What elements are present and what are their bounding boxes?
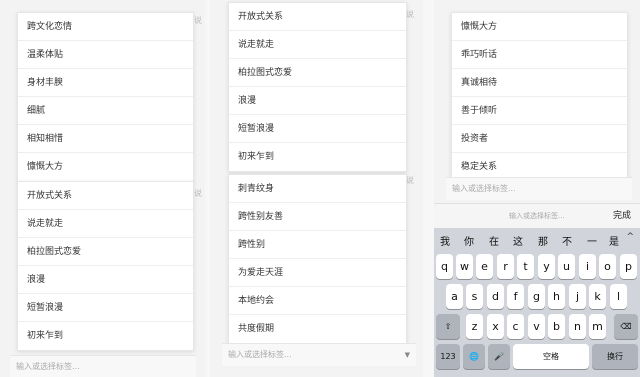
key-g[interactable]: g [528,284,545,309]
tag-option[interactable]: 细腻 [18,97,193,125]
tag-option[interactable]: 浪漫 [18,266,193,294]
delete-key[interactable]: ⌫ [614,314,638,339]
tag-option[interactable]: 柏拉图式恋爱 [229,59,406,87]
key-y[interactable]: y [538,254,555,279]
key-i[interactable]: i [579,254,596,279]
candidate-bar: 我 你 在 这 那 不 一 是 ^ [434,228,640,250]
left-screenshot-panel: 有说 有说 跨文化恋情 温柔体贴 身材丰腴 细腻 相知相惜 慷慨大方 开放式关系… [0,0,205,377]
candidate-word[interactable]: 不 [562,233,572,248]
dropdown-caret-icon[interactable]: ▼ [405,344,410,366]
key-e[interactable]: e [476,254,493,279]
microphone-icon[interactable]: 🎤 [488,344,510,369]
tag-option[interactable]: 身材丰腴 [18,69,193,97]
tag-option[interactable]: 说走就走 [18,210,193,238]
tag-input-placeholder: 输入或选择标签... [228,350,292,359]
tag-option[interactable]: 乖巧听话 [452,41,627,69]
key-o[interactable]: o [599,254,616,279]
tag-option[interactable]: 温柔体贴 [18,41,193,69]
key-j[interactable]: j [569,284,586,309]
keyboard-toolbar: 输入或选择标签... 完成 [434,203,640,229]
key-s[interactable]: s [466,284,483,309]
tag-option[interactable]: 初来乍到 [18,322,193,350]
tag-option[interactable]: 跨性别友善 [229,203,406,231]
done-button[interactable]: 完成 [613,204,631,229]
key-l[interactable]: l [610,284,627,309]
key-h[interactable]: h [548,284,565,309]
expand-candidates-icon[interactable]: ^ [626,232,634,242]
tag-option[interactable]: 慷慨大方 [452,13,627,41]
key-c[interactable]: c [507,314,524,339]
tag-option[interactable]: 相知相惜 [18,125,193,153]
tag-option[interactable]: 浪漫 [229,87,406,115]
toolbar-input-placeholder: 输入或选择标签... [509,212,565,220]
globe-icon[interactable]: 🌐 [463,344,485,369]
tag-input[interactable]: 输入或选择标签... ▼ [222,343,416,366]
tag-option[interactable]: 说走就走 [229,31,406,59]
tag-option[interactable]: 共度假期 [229,315,406,343]
tag-option[interactable]: 跨文化恋情 [18,13,193,41]
tag-option[interactable]: 真诚相待 [452,69,627,97]
return-key[interactable]: 换行 [592,344,638,369]
candidate-word[interactable]: 是 [609,233,619,248]
tag-option[interactable]: 跨性别 [229,231,406,259]
tag-option[interactable]: 开放式关系 [18,182,193,210]
tag-dropdown-list: 刺青纹身 跨性别友善 跨性别 为爱走天涯 本地约会 共度假期 [228,174,407,344]
tag-input-placeholder: 输入或选择标签... [16,362,80,371]
key-d[interactable]: d [487,284,504,309]
right-screenshot-panel: 慷慨大方 乖巧听话 真诚相待 善于倾听 投资者 稳定关系 输入或选择标签... … [434,0,640,377]
tag-dropdown-list: 跨文化恋情 温柔体贴 身材丰腴 细腻 相知相惜 慷慨大方 [17,12,194,182]
tag-option[interactable]: 短暂浪漫 [18,294,193,322]
key-f[interactable]: f [507,284,524,309]
key-k[interactable]: k [589,284,606,309]
candidate-word[interactable]: 你 [464,233,474,248]
key-b[interactable]: b [548,314,565,339]
tag-dropdown-list: 开放式关系 说走就走 柏拉图式恋爱 浪漫 短暂浪漫 初来乍到 [17,181,194,351]
tag-option[interactable]: 短暂浪漫 [229,115,406,143]
tag-input-placeholder: 输入或选择标签... [452,184,516,193]
key-m[interactable]: m [589,314,606,339]
key-u[interactable]: u [558,254,575,279]
key-n[interactable]: n [569,314,586,339]
tag-option[interactable]: 投资者 [452,125,627,153]
key-r[interactable]: r [497,254,514,279]
tag-option[interactable]: 初来乍到 [229,143,406,171]
tag-input[interactable]: 输入或选择标签... [446,177,632,200]
shift-key[interactable]: ⇧ [436,314,460,339]
key-a[interactable]: a [446,284,463,309]
key-t[interactable]: t [517,254,534,279]
candidate-word[interactable]: 那 [538,233,548,248]
candidate-word[interactable]: 一 [587,233,597,248]
middle-screenshot-panel: 有说 有说 开放式关系 说走就走 柏拉图式恋爱 浪漫 短暂浪漫 初来乍到 刺青纹… [210,0,423,377]
numbers-key[interactable]: 123 [436,344,460,369]
tag-option[interactable]: 开放式关系 [229,3,406,31]
space-key[interactable]: 空格 [513,344,589,369]
on-screen-keyboard: 我 你 在 这 那 不 一 是 ^ q w e r t y u i o p a … [434,228,640,377]
key-w[interactable]: w [456,254,473,279]
tag-dropdown-list: 开放式关系 说走就走 柏拉图式恋爱 浪漫 短暂浪漫 初来乍到 [228,2,407,172]
key-v[interactable]: v [528,314,545,339]
candidate-word[interactable]: 我 [440,233,450,248]
tag-option[interactable]: 善于倾听 [452,97,627,125]
key-z[interactable]: z [466,314,483,339]
tag-option[interactable]: 为爱走天涯 [229,259,406,287]
tag-option[interactable]: 慷慨大方 [18,153,193,181]
tag-option[interactable]: 柏拉图式恋爱 [18,238,193,266]
candidate-word[interactable]: 在 [489,233,499,248]
candidate-word[interactable]: 这 [513,233,523,248]
tag-option[interactable]: 本地约会 [229,287,406,315]
tag-option[interactable]: 刺青纹身 [229,175,406,203]
key-q[interactable]: q [436,254,453,279]
tag-dropdown-list: 慷慨大方 乖巧听话 真诚相待 善于倾听 投资者 稳定关系 [451,12,628,182]
key-p[interactable]: p [620,254,637,279]
tag-input[interactable]: 输入或选择标签... [10,355,196,377]
key-x[interactable]: x [487,314,504,339]
